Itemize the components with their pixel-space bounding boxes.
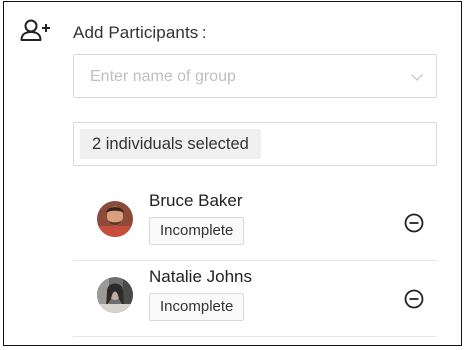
add-participants-panel: Add Participants : Enter name of group 2… — [3, 1, 462, 346]
selection-count-tag: 2 individuals selected — [80, 129, 261, 159]
status-badge: Incomplete — [149, 217, 245, 245]
participant-name: Bruce Baker — [149, 191, 243, 210]
row-divider — [73, 336, 437, 337]
group-select-placeholder: Enter name of group — [90, 68, 236, 85]
add-participants-label: Add Participants : — [73, 23, 207, 42]
minus-circle-icon[interactable] — [403, 212, 425, 234]
avatar — [97, 201, 133, 237]
minus-circle-icon[interactable] — [403, 288, 425, 310]
participant-name: Natalie Johns — [149, 267, 253, 286]
avatar — [97, 277, 133, 313]
selected-participants-field[interactable]: 2 individuals selected — [73, 122, 437, 166]
participant-row: Bruce Baker Incomplete — [73, 185, 437, 261]
chevron-down-icon — [411, 74, 423, 81]
group-name-select[interactable]: Enter name of group — [73, 54, 437, 98]
add-user-icon — [20, 19, 50, 41]
participant-row: Natalie Johns Incomplete — [73, 261, 437, 337]
status-badge: Incomplete — [149, 293, 245, 321]
